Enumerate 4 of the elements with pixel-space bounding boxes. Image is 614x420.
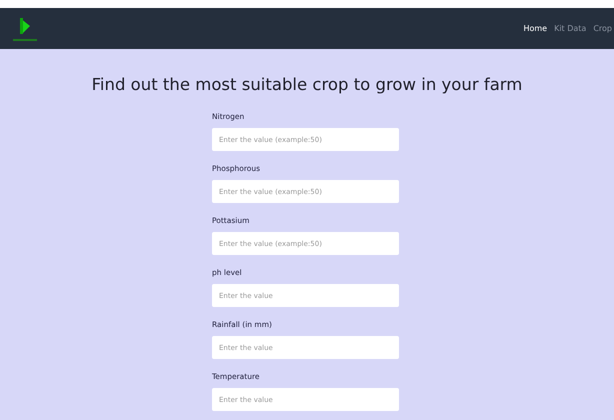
nav-link[interactable]: Crop: [593, 24, 612, 33]
nav-link[interactable]: Kit Data: [554, 24, 586, 33]
page-heading: Find out the most suitable crop to grow in your farm: [90, 75, 524, 94]
nav-link[interactable]: Home: [523, 24, 548, 33]
